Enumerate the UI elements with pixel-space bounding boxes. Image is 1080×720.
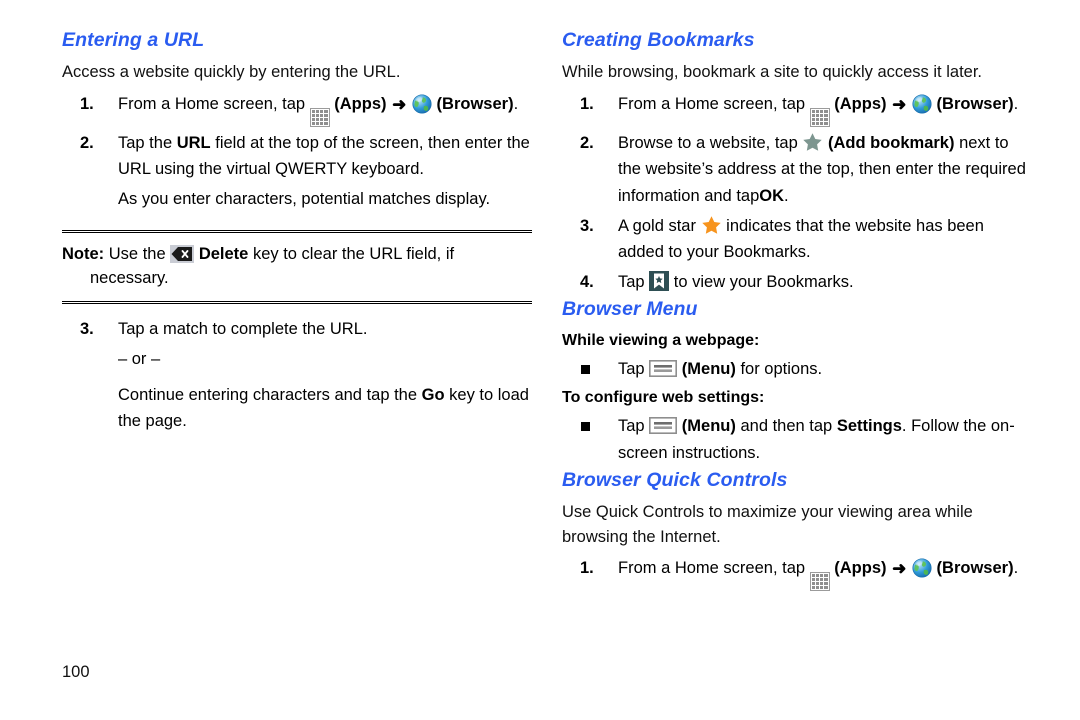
note-text: Note: Use the Delete key to clear the UR… (62, 242, 532, 292)
section-title-browser-menu: Browser Menu (562, 297, 698, 320)
step-item: 3. Tap a match to complete the URL. (62, 316, 532, 343)
bullet-pre: Tap (618, 360, 645, 379)
left-column: Entering a URL Access a website quickly … (62, 29, 532, 435)
note-line-2: necessary. (90, 269, 169, 288)
apps-grid-icon (809, 107, 830, 127)
alt-pre: Continue entering characters and tap the (118, 385, 418, 404)
step-text: From a Home screen, tap (618, 94, 806, 113)
browser-label: (Browser) (936, 94, 1014, 113)
step-text: A gold star (618, 216, 696, 235)
step-item: 1. From a Home screen, tap (Apps) ➜ (Brow… (562, 91, 1032, 127)
section-title-creating-bookmarks: Creating Bookmarks (562, 29, 755, 51)
subheading-while-viewing-webpage: While viewing a webpage: (562, 332, 760, 350)
settings-label: Settings (836, 417, 902, 436)
step-alternative-text: Continue entering characters and tap the… (62, 382, 532, 435)
step-number: 1. (580, 559, 594, 578)
or-separator: – or – (118, 349, 161, 368)
steps-entering-a-url: 1. From a Home screen, tap (Apps) ➜ (Bro… (62, 91, 532, 213)
ok-bold-label: OK (759, 186, 785, 205)
steps-entering-a-url-cont: 3. Tap a match to complete the URL. (62, 316, 532, 343)
step-text: Tap the (118, 133, 173, 152)
step-text: From a Home screen, tap (618, 559, 806, 578)
step-text: Browse to a website, tap (618, 133, 798, 152)
apps-grid-icon (809, 572, 830, 592)
menu-label: (Menu) (681, 360, 736, 379)
step-number: 2. (80, 133, 94, 152)
steps-browser-quick-controls: 1. From a Home screen, tap (Apps) ➜ (Brow… (562, 555, 1032, 592)
url-bold-label: URL (176, 133, 211, 152)
step-text: Tap (618, 273, 645, 292)
apps-grid-icon (309, 107, 330, 127)
step-tail: . (1013, 559, 1019, 578)
manual-page: Entering a URL Access a website quickly … (0, 0, 1080, 720)
note-pre: Use the (108, 244, 166, 263)
intro-text-entering-a-url: Access a website quickly by entering the… (62, 63, 401, 82)
step-number: 1. (580, 94, 594, 113)
browser-globe-icon (912, 558, 932, 578)
intro-text-browser-quick-controls: Use Quick Controls to maximize your view… (562, 503, 973, 547)
steps-creating-bookmarks: 1. From a Home screen, tap (Apps) ➜ (Brow… (562, 91, 1032, 296)
page-number: 100 (62, 663, 90, 681)
apps-label: (Apps) (334, 94, 387, 113)
step-item: 1. From a Home screen, tap (Apps) ➜ (Brow… (562, 555, 1032, 592)
add-bookmark-star-icon (802, 132, 823, 152)
step-text: Tap a match to complete the URL. (118, 320, 368, 339)
section-title-browser-quick-controls: Browser Quick Controls (562, 468, 788, 491)
step-number: 4. (580, 273, 594, 292)
note-label: Note: (62, 244, 105, 263)
bullet-post: for options. (740, 360, 823, 379)
browser-label: (Browser) (936, 559, 1014, 578)
step-text-cont: to view your Bookmarks. (673, 273, 854, 292)
step-tail: . (513, 94, 519, 113)
step-item: 1. From a Home screen, tap (Apps) ➜ (Bro… (62, 91, 532, 127)
bullets-web-settings: Tap (Menu) and then tap Settings. Follow… (562, 413, 1032, 466)
section-title-entering-a-url: Entering a URL (62, 29, 205, 51)
go-key-label: Go (421, 385, 445, 404)
step-item: 3. A gold star indicates that the website… (562, 213, 1032, 266)
browser-globe-icon (912, 93, 932, 114)
menu-label: (Menu) (681, 417, 736, 436)
menu-icon (649, 359, 678, 378)
step-followup-text: As you enter characters, potential match… (118, 189, 491, 208)
step-number: 3. (80, 320, 94, 339)
step-tail: . (1013, 94, 1019, 113)
subheading-configure-web-settings: To configure web settings: (562, 389, 765, 407)
step-item: 4. Tap to view your Bookmarks. (562, 269, 1032, 296)
step-number: 2. (580, 133, 594, 152)
gold-star-icon (701, 215, 722, 235)
menu-icon (649, 416, 678, 435)
add-bookmark-label: (Add bookmark) (827, 133, 955, 152)
bullet-item: Tap (Menu) and then tap Settings. Follow… (562, 413, 1032, 466)
step-number: 3. (580, 216, 594, 235)
browser-globe-icon (412, 93, 432, 114)
step-tail: . (784, 186, 789, 205)
intro-text-creating-bookmarks: While browsing, bookmark a site to quick… (562, 63, 983, 82)
bullets-browser-menu: Tap (Menu) for options. (562, 356, 1032, 383)
apps-label: (Apps) (834, 559, 887, 578)
step-item: 2. Tap the URL field at the top of the sc… (62, 130, 532, 183)
arrow-right-icon: ➜ (392, 94, 407, 114)
note-box: Note: Use the Delete key to clear the UR… (62, 229, 532, 305)
note-post: key to clear the URL field, if (252, 244, 455, 263)
step-text: From a Home screen, tap (118, 94, 306, 113)
apps-label: (Apps) (834, 94, 887, 113)
browser-label: (Browser) (436, 94, 514, 113)
bullet-item: Tap (Menu) for options. (562, 356, 1032, 383)
arrow-right-icon: ➜ (892, 94, 907, 114)
square-bullet-icon (581, 422, 590, 432)
right-column: Creating Bookmarks While browsing, bookm… (562, 29, 1032, 594)
delete-key-icon (170, 244, 195, 263)
square-bullet-icon (581, 365, 590, 375)
bookmarks-view-icon (649, 271, 670, 292)
delete-bold-label: Delete (198, 244, 249, 263)
bullet-pre: Tap (618, 417, 645, 436)
arrow-right-icon: ➜ (892, 559, 907, 579)
bullet-mid: and then tap (740, 417, 833, 436)
step-item: 2. Browse to a website, tap (Add bookmark… (562, 130, 1032, 210)
step-number: 1. (80, 94, 94, 113)
